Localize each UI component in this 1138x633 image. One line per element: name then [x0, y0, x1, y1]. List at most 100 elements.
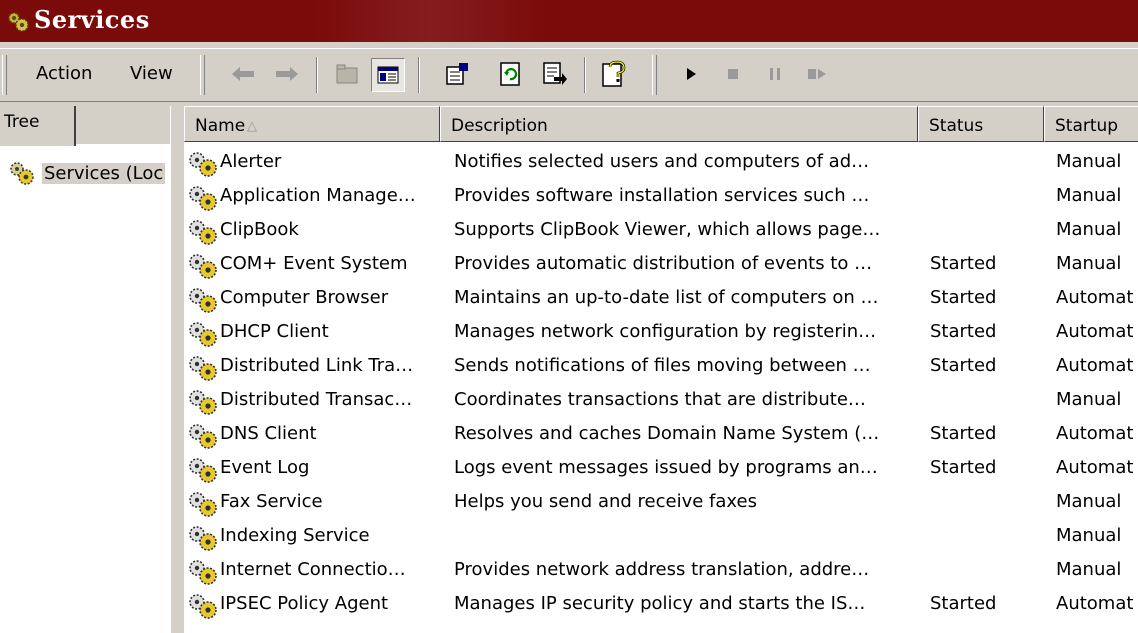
service-gears-icon-wrap [186, 286, 220, 319]
service-startup-type: Manual [1056, 185, 1122, 206]
service-description: Notifies selected users and computers of… [454, 151, 870, 172]
service-description: Supports ClipBook Viewer, which allows p… [454, 219, 881, 240]
service-row[interactable]: Internet Connectio… Provides network addr… [184, 554, 1138, 588]
up-one-level-button[interactable] [330, 57, 364, 91]
service-row[interactable]: IPSEC Policy Agent Manages IP security po… [184, 588, 1138, 622]
back-arrow-icon [232, 67, 254, 81]
service-name: Fax Service [220, 491, 323, 512]
service-status: Started [930, 253, 997, 274]
services-gears-icon [10, 162, 34, 185]
service-gears-icon-wrap [186, 150, 220, 183]
up-folder-icon [336, 64, 358, 84]
service-name: DNS Client [220, 423, 317, 444]
service-name: Distributed Transac… [220, 389, 413, 410]
service-startup-type: Automat [1056, 321, 1134, 342]
service-startup-type: Manual [1056, 151, 1122, 172]
window-title: Services [34, 5, 150, 34]
service-description: Logs event messages issued by programs a… [454, 457, 878, 478]
service-gears-icon-wrap [186, 388, 220, 421]
service-gears-icon [189, 322, 217, 347]
service-row[interactable]: DNS Client Resolves and caches Domain Nam… [184, 418, 1138, 452]
restart-service-icon [808, 69, 826, 79]
toolbar-separator [316, 57, 318, 93]
start-service-button[interactable] [674, 57, 708, 91]
column-header-startup-label: Startup [1055, 116, 1119, 136]
service-description: Resolves and caches Domain Name System (… [454, 423, 880, 444]
column-header-description[interactable]: Description [440, 106, 918, 142]
column-header-startup[interactable]: Startup [1044, 106, 1138, 142]
services-list[interactable]: Name △ Description Status Startup Alerte… [184, 106, 1138, 633]
service-startup-type: Manual [1056, 525, 1122, 546]
service-row[interactable]: DHCP Client Manages network configuration… [184, 316, 1138, 350]
pane-splitter[interactable] [170, 106, 185, 633]
service-row[interactable]: Application Manage… Provides software ins… [184, 180, 1138, 214]
service-row[interactable]: Distributed Transac… Coordinates transact… [184, 384, 1138, 418]
service-status: Started [930, 457, 997, 478]
tree-tab-strip [74, 106, 170, 145]
service-startup-type: Manual [1056, 491, 1122, 512]
service-name: Indexing Service [220, 525, 370, 546]
service-row[interactable]: Event Log Logs event messages issued by p… [184, 452, 1138, 486]
refresh-button[interactable] [494, 57, 528, 91]
menu-action[interactable]: Action [36, 63, 92, 84]
service-description: Provides network address translation, ad… [454, 559, 870, 580]
service-gears-icon [189, 356, 217, 381]
service-row[interactable]: ClipBook Supports ClipBook Viewer, which … [184, 214, 1138, 248]
forward-button[interactable] [270, 57, 304, 91]
service-gears-icon-wrap [186, 422, 220, 455]
title-bar: Services [0, 0, 1138, 42]
help-button[interactable] [598, 57, 632, 91]
properties-button[interactable] [440, 57, 474, 91]
back-button[interactable] [226, 57, 260, 91]
toolbar-grip[interactable] [652, 55, 657, 95]
pause-service-button[interactable] [758, 57, 792, 91]
column-header-status[interactable]: Status [918, 106, 1044, 142]
service-gears-icon [189, 526, 217, 551]
toolbar-grip[interactable] [2, 55, 7, 95]
service-row[interactable]: Fax Service Helps you send and receive fa… [184, 486, 1138, 520]
service-gears-icon [189, 288, 217, 313]
service-startup-type: Manual [1056, 389, 1122, 410]
tree-node-label: Services (Loc [42, 162, 166, 184]
menu-view[interactable]: View [130, 63, 173, 84]
service-gears-icon-wrap [186, 490, 220, 523]
column-header-status-label: Status [929, 116, 984, 136]
service-row[interactable]: Distributed Link Tra… Sends notifications… [184, 350, 1138, 384]
service-gears-icon [189, 492, 217, 517]
service-gears-icon [189, 186, 217, 211]
service-gears-icon [189, 594, 217, 619]
service-name: Application Manage… [220, 185, 416, 206]
column-header-name[interactable]: Name △ [184, 106, 440, 142]
show-hide-tree-button[interactable] [371, 58, 405, 92]
service-row[interactable]: Alerter Notifies selected users and compu… [184, 146, 1138, 180]
title-bar-highlight [310, 0, 550, 42]
service-row[interactable]: Indexing Service Manual [184, 520, 1138, 554]
service-description: Sends notifications of files moving betw… [454, 355, 871, 376]
column-header-name-label: Name [195, 116, 246, 136]
service-gears-icon [189, 424, 217, 449]
service-gears-icon-wrap [186, 456, 220, 489]
refresh-icon [500, 62, 520, 86]
service-gears-icon [189, 220, 217, 245]
forward-arrow-icon [276, 67, 298, 81]
tree-node-services-local[interactable]: Services (Loc [8, 160, 170, 186]
toolbar-grip[interactable] [200, 55, 205, 95]
help-icon [602, 60, 626, 87]
stop-service-button[interactable] [716, 57, 750, 91]
service-row[interactable]: Computer Browser Maintains an up-to-date … [184, 282, 1138, 316]
restart-service-button[interactable] [800, 57, 834, 91]
service-gears-icon [189, 152, 217, 177]
service-startup-type: Automat [1056, 355, 1134, 376]
service-name: COM+ Event System [220, 253, 408, 274]
tab-tree[interactable]: Tree [0, 106, 76, 146]
services-gears-icon [8, 12, 29, 32]
service-gears-icon [189, 560, 217, 585]
service-status: Started [930, 287, 997, 308]
show-hide-tree-icon [377, 66, 399, 84]
service-status: Started [930, 593, 997, 614]
service-row[interactable]: COM+ Event System Provides automatic dist… [184, 248, 1138, 282]
service-gears-icon-wrap [186, 320, 220, 353]
toolbar: Action View [0, 48, 1138, 102]
export-list-button[interactable] [538, 57, 572, 91]
properties-icon [446, 63, 468, 85]
